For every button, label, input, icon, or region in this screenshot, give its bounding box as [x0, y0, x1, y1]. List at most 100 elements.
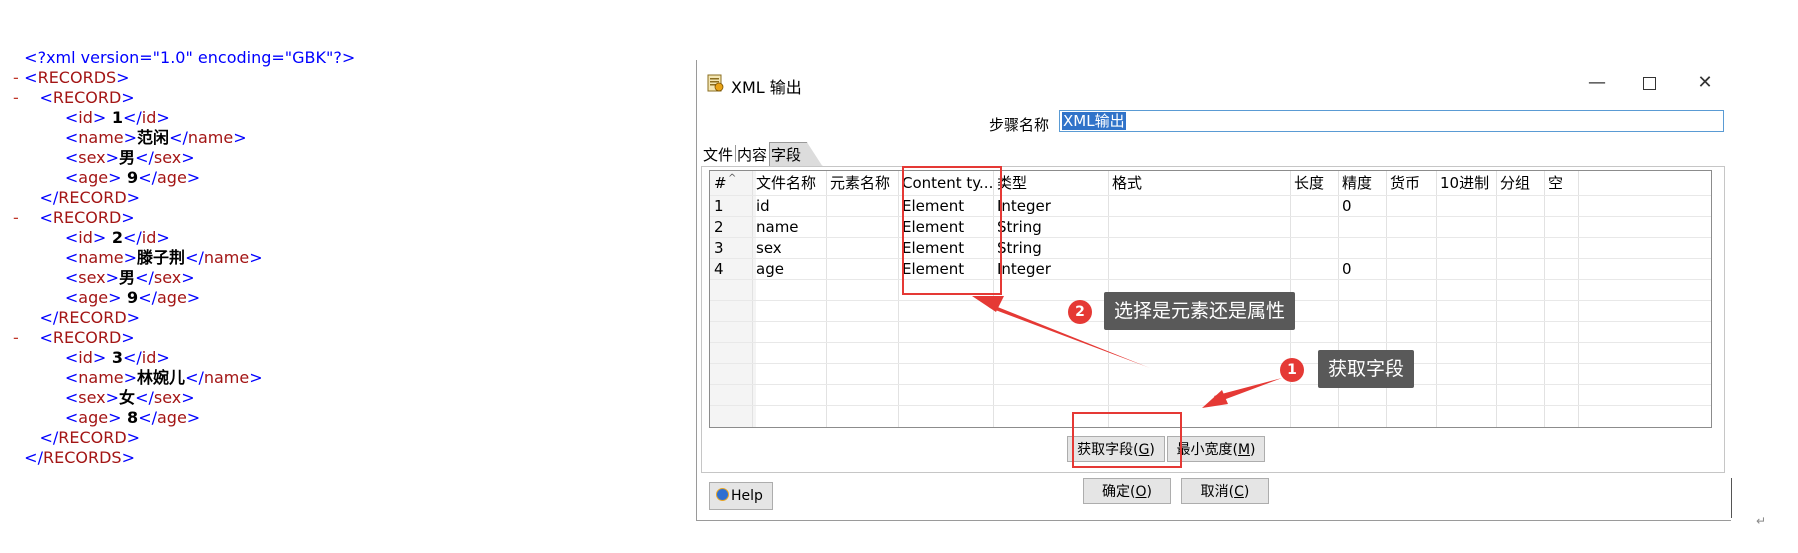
- xml-token: >: [181, 148, 195, 167]
- tab-divider: [735, 145, 736, 162]
- xml-value: 9: [121, 168, 139, 187]
- xml-document-icon: [707, 74, 724, 92]
- xml-line: <?xml version="1.0" encoding="GBK"?>: [14, 48, 355, 68]
- table-cell[interactable]: age: [752, 257, 826, 281]
- help-globe-icon: [716, 488, 729, 501]
- xml-token: </: [135, 148, 154, 167]
- column-divider: [1436, 171, 1437, 427]
- xml-token: <: [64, 388, 79, 407]
- xml-indent: [14, 168, 65, 187]
- xml-token: <: [64, 148, 79, 167]
- column-header[interactable]: 格式: [1108, 171, 1290, 195]
- xml-token: >: [233, 128, 247, 147]
- tab-file[interactable]: 文件: [703, 144, 733, 165]
- close-button[interactable]: ✕: [1685, 70, 1725, 96]
- xml-value: 滕子荆: [137, 248, 186, 267]
- xml-line: </RECORD>: [14, 188, 355, 208]
- xml-tag-name: age: [156, 168, 187, 187]
- xml-token: <: [24, 68, 38, 87]
- column-header[interactable]: 元素名称: [826, 171, 898, 195]
- xml-token: >: [123, 128, 138, 147]
- column-divider: [1578, 171, 1579, 427]
- xml-tag-name: sex: [153, 388, 182, 407]
- xml-token: >: [186, 288, 201, 307]
- xml-token: >: [108, 168, 122, 187]
- step-name-label: 步骤名称: [989, 116, 1050, 134]
- xml-token: >: [186, 168, 201, 187]
- xml-tag-name: RECORD: [52, 208, 122, 227]
- maximize-icon: [1642, 76, 1656, 90]
- xml-line: - <RECORD>: [13, 88, 135, 107]
- xml-value: 男: [119, 148, 136, 167]
- xml-tag-name: name: [203, 248, 250, 267]
- xml-token: >: [92, 348, 107, 367]
- xml-tag-name: sex: [78, 388, 106, 407]
- maximize-button[interactable]: [1629, 70, 1669, 96]
- xml-token: <: [64, 288, 79, 307]
- xml-token: </: [138, 288, 157, 307]
- xml-tag-name: sex: [153, 268, 182, 287]
- column-header[interactable]: 文件名称: [752, 171, 826, 195]
- xml-line: <age> 9</age>: [14, 168, 355, 188]
- xml-line: <id> 1</id>: [14, 108, 355, 128]
- xml-value: 1: [106, 108, 123, 127]
- xml-tag-name: age: [156, 408, 187, 427]
- tab-content[interactable]: 内容: [737, 144, 767, 165]
- xml-token: >: [186, 408, 201, 427]
- xml-tag-name: id: [141, 108, 157, 127]
- xml-tag-name: id: [78, 228, 93, 247]
- xml-indent: [14, 348, 65, 367]
- ok-button[interactable]: 确定(O): [1083, 478, 1171, 504]
- xml-tag-name: id: [78, 108, 93, 127]
- content-type-highlight: [902, 166, 1002, 295]
- xml-line: <sex>女</sex>: [14, 388, 355, 408]
- table-cell[interactable]: 4: [710, 257, 752, 281]
- xml-indent: [14, 128, 65, 147]
- xml-tag-name: name: [78, 248, 124, 267]
- xml-token: >: [121, 88, 135, 107]
- column-header[interactable]: 类型: [993, 171, 1108, 195]
- xml-indent: [14, 408, 65, 427]
- xml-token: </: [24, 448, 43, 467]
- xml-indent: [14, 428, 39, 447]
- xml-tag-name: id: [141, 348, 157, 367]
- xml-token: </: [39, 308, 59, 327]
- dialog-edge: [1731, 478, 1732, 518]
- xml-token: </: [122, 108, 142, 127]
- minimize-button[interactable]: —: [1577, 70, 1617, 96]
- xml-line: </RECORDS>: [14, 448, 355, 468]
- tab-fields[interactable]: 字段: [771, 144, 801, 165]
- xml-token: <: [64, 128, 79, 147]
- xml-value: 范闲: [137, 128, 170, 147]
- table-cell[interactable]: Integer: [993, 257, 1108, 281]
- column-header[interactable]: 分组: [1496, 171, 1544, 195]
- table-cell[interactable]: 0: [1338, 257, 1386, 281]
- xml-token: >: [123, 248, 138, 267]
- xml-token: >: [249, 248, 263, 267]
- xml-token: >: [105, 268, 120, 287]
- help-button[interactable]: Help: [709, 482, 773, 510]
- step-name-input[interactable]: XML输出: [1059, 110, 1724, 132]
- callout-2: 选择是元素还是属性: [1104, 292, 1296, 330]
- xml-value: 9: [121, 288, 139, 307]
- column-header[interactable]: 10进制: [1436, 171, 1496, 195]
- cancel-button[interactable]: 取消(C): [1181, 478, 1269, 504]
- xml-indent: [14, 248, 65, 267]
- xml-tag-name: age: [78, 288, 109, 307]
- xml-token: >: [116, 68, 130, 87]
- xml-token: >: [105, 148, 120, 167]
- xml-tag-name: name: [203, 368, 250, 387]
- callout-2-badge: 2: [1068, 300, 1092, 324]
- xml-token: >: [181, 388, 195, 407]
- column-header[interactable]: 长度: [1290, 171, 1338, 195]
- row-divider: [710, 342, 1711, 343]
- xml-token: </: [138, 408, 157, 427]
- xml-tag-name: RECORD: [52, 88, 122, 107]
- xml-token: >: [156, 108, 170, 127]
- table-cell[interactable]: 0: [1338, 194, 1386, 218]
- title-bar[interactable]: XML 输出 — ✕: [697, 60, 1731, 98]
- column-header[interactable]: 货币: [1386, 171, 1436, 195]
- xml-tag-name: RECORD: [58, 308, 127, 327]
- column-header[interactable]: 空: [1544, 171, 1578, 195]
- column-header[interactable]: 精度: [1338, 171, 1386, 195]
